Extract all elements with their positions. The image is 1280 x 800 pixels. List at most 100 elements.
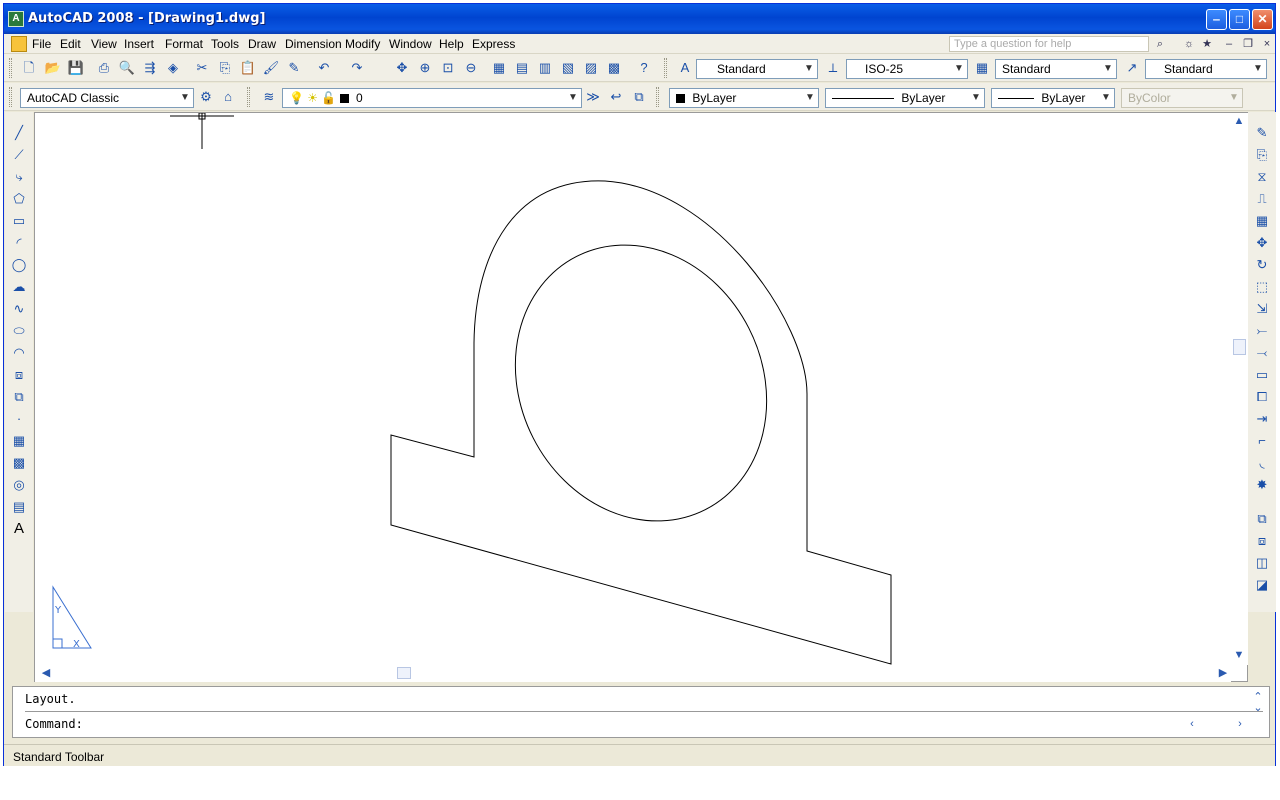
copy-icon[interactable]: ⎘: [1253, 146, 1271, 164]
ellipse-arc-icon[interactable]: ◠: [10, 344, 28, 362]
stretch-icon[interactable]: ⇲: [1253, 300, 1271, 318]
arc-icon[interactable]: ◜: [10, 234, 28, 252]
break-at-point-icon[interactable]: ▭: [1253, 366, 1271, 384]
toolbar-grip[interactable]: [247, 87, 250, 107]
chevron-down-icon[interactable]: ▼: [1250, 60, 1266, 78]
table-style-select[interactable]: Standard ▼: [995, 59, 1117, 79]
toolbar-grip[interactable]: [664, 58, 667, 78]
chevron-down-icon[interactable]: ▼: [801, 60, 817, 78]
ellipse-icon[interactable]: ⬭: [10, 322, 28, 340]
menu-window[interactable]: Window: [389, 37, 432, 51]
mirror-icon[interactable]: ⧖: [1253, 168, 1271, 186]
linetype-select[interactable]: ByLayer ▼: [825, 88, 985, 108]
save-icon[interactable]: 💾: [67, 59, 85, 77]
doc-restore-icon[interactable]: ❐: [1241, 37, 1255, 51]
undo-icon[interactable]: ↶: [315, 59, 333, 77]
draworder-above-icon[interactable]: ◫: [1253, 554, 1271, 572]
make-block-icon[interactable]: ⧉: [10, 388, 28, 406]
multiline-text-icon[interactable]: A: [10, 520, 28, 538]
text-style-icon[interactable]: A: [676, 59, 694, 77]
chamfer-icon[interactable]: ⌐: [1253, 432, 1271, 450]
horizontal-scroll-thumb[interactable]: [397, 667, 411, 679]
make-object-layer-current-icon[interactable]: ≫: [584, 88, 602, 106]
zoom-realtime-icon[interactable]: ⊕: [416, 59, 434, 77]
menu-edit[interactable]: Edit: [60, 37, 81, 51]
menu-file[interactable]: File: [32, 37, 51, 51]
erase-icon[interactable]: ✎: [1253, 124, 1271, 142]
chevron-down-icon[interactable]: ▼: [565, 89, 581, 107]
layer-select[interactable]: 💡 ☀ 🔓 0 ▼: [282, 88, 582, 108]
markup-icon[interactable]: ▨: [582, 59, 600, 77]
construction-line-icon[interactable]: ⟋: [10, 146, 28, 164]
line-icon[interactable]: ╱: [10, 124, 28, 142]
match-properties-icon[interactable]: 🖌: [262, 59, 280, 77]
workspace-settings-icon[interactable]: ⚙: [197, 88, 215, 106]
polygon-icon[interactable]: ⬠: [10, 190, 28, 208]
menu-view[interactable]: View: [91, 37, 117, 51]
toolbar-grip[interactable]: [9, 87, 12, 107]
scroll-right-icon[interactable]: ▶: [1216, 666, 1230, 680]
layer-previous-icon[interactable]: ↩: [607, 88, 625, 106]
help-search-input[interactable]: Type a question for help: [949, 36, 1149, 52]
explode-icon[interactable]: ✸: [1253, 476, 1271, 494]
lineweight-select[interactable]: ByLayer ▼: [991, 88, 1115, 108]
draworder-under-icon[interactable]: ◪: [1253, 576, 1271, 594]
design-center-icon[interactable]: ▤: [513, 59, 531, 77]
spline-icon[interactable]: ∿: [10, 300, 28, 318]
doc-close-icon[interactable]: ×: [1260, 37, 1274, 51]
vertical-scroll-thumb[interactable]: [1233, 339, 1246, 355]
search-icon[interactable]: ⌕: [1153, 37, 1167, 51]
plot-icon[interactable]: ⎙: [95, 59, 113, 77]
region-icon[interactable]: ◎: [10, 476, 28, 494]
maximize-button[interactable]: □: [1229, 9, 1250, 30]
properties-icon[interactable]: ▦: [490, 59, 508, 77]
zoom-window-icon[interactable]: ⊡: [439, 59, 457, 77]
open-icon[interactable]: 📂: [44, 59, 62, 77]
offset-icon[interactable]: ⎍: [1253, 190, 1271, 208]
menu-tools[interactable]: Tools: [211, 37, 239, 51]
scroll-up-icon[interactable]: ▲: [1232, 114, 1246, 128]
command-window[interactable]: Layout. Command: ⌃ ⌄ ‹ ›: [12, 686, 1270, 738]
revision-cloud-icon[interactable]: ☁: [10, 278, 28, 296]
draworder-back-icon[interactable]: ⧈: [1253, 532, 1271, 550]
chevron-down-icon[interactable]: ▼: [968, 89, 984, 107]
favorites-icon[interactable]: ★: [1200, 37, 1214, 51]
array-icon[interactable]: ▦: [1253, 212, 1271, 230]
chevron-down-icon[interactable]: ▼: [951, 60, 967, 78]
chevron-down-icon[interactable]: ▼: [177, 89, 193, 107]
chevron-down-icon[interactable]: ▼: [802, 89, 818, 107]
drawing-area[interactable]: Y X ▲ ▼ ◀ ▶: [34, 112, 1248, 682]
hatch-icon[interactable]: ▦: [10, 432, 28, 450]
menu-dimension[interactable]: Dimension: [285, 37, 342, 51]
help-icon[interactable]: ?: [635, 59, 653, 77]
vertical-scrollbar[interactable]: ▲ ▼: [1231, 113, 1248, 665]
sheet-set-icon[interactable]: ▧: [559, 59, 577, 77]
toolbar-grip[interactable]: [656, 87, 659, 107]
scale-icon[interactable]: ⬚: [1253, 278, 1271, 296]
circle-icon[interactable]: ◯: [10, 256, 28, 274]
multileader-style-select[interactable]: Standard ▼: [1145, 59, 1267, 79]
tool-palettes-icon[interactable]: ▥: [536, 59, 554, 77]
horizontal-scrollbar[interactable]: ◀ ▶: [35, 665, 1231, 682]
polyline-icon[interactable]: ⤷: [10, 168, 28, 186]
block-editor-icon[interactable]: ✎: [285, 59, 303, 77]
document-icon[interactable]: [11, 36, 27, 52]
menu-help[interactable]: Help: [439, 37, 464, 51]
join-icon[interactable]: ⇥: [1253, 410, 1271, 428]
publish-icon[interactable]: ⇶: [141, 59, 159, 77]
cut-icon[interactable]: ✂: [193, 59, 211, 77]
menu-draw[interactable]: Draw: [248, 37, 276, 51]
draworder-front-icon[interactable]: ⧉: [1253, 510, 1271, 528]
table-style-icon[interactable]: ▦: [973, 59, 991, 77]
my-workspace-icon[interactable]: ⌂: [219, 88, 237, 106]
color-select[interactable]: ByLayer ▼: [669, 88, 819, 108]
menu-insert[interactable]: Insert: [124, 37, 154, 51]
menu-modify[interactable]: Modify: [345, 37, 380, 51]
command-prompt[interactable]: Command:: [25, 717, 83, 731]
paste-icon[interactable]: 📋: [239, 59, 257, 77]
copy-clip-icon[interactable]: ⎘: [216, 59, 234, 77]
zoom-previous-icon[interactable]: ⊖: [462, 59, 480, 77]
menu-format[interactable]: Format: [165, 37, 203, 51]
plot-preview-icon[interactable]: 🔍: [118, 59, 136, 77]
rotate-icon[interactable]: ↻: [1253, 256, 1271, 274]
